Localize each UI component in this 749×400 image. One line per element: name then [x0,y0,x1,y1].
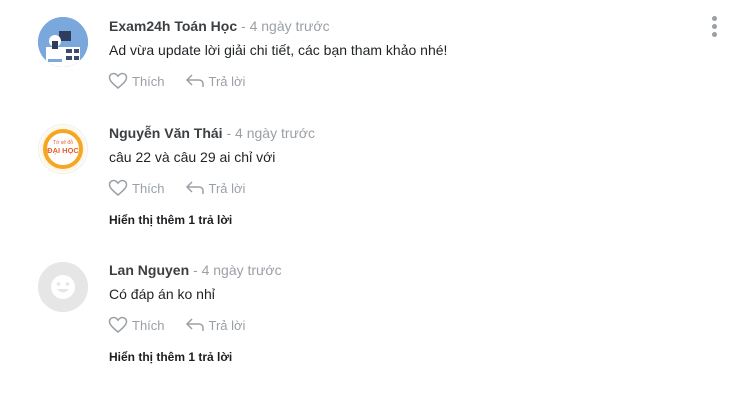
reply-button[interactable]: Trả lời [185,317,246,333]
comment-timestamp[interactable]: 4 ngày trước [235,125,315,141]
comment-menu-button[interactable] [709,16,719,42]
show-more-replies-link[interactable]: Hiển thị thêm 1 trả lời [109,350,232,364]
like-button[interactable]: Thích [108,316,165,334]
heart-icon [108,316,128,333]
comment-author[interactable]: Exam24h Toán Học [109,18,237,34]
reply-button[interactable]: Trả lời [185,73,246,89]
avatar[interactable] [38,17,88,67]
reply-button[interactable]: Trả lời [185,180,246,196]
comment-author[interactable]: Lan Nguyen [109,262,189,278]
reply-arrow-icon [185,74,204,87]
badge-top-text: Tớ sẽ đỗ [53,139,73,146]
reply-label: Trả lời [208,73,246,89]
comment-timestamp[interactable]: 4 ngày trước [250,18,330,34]
dai-hoc-badge-icon: Tớ sẽ đỗ ĐẠI HỌC [40,126,86,172]
comment-text: Ad vừa update lời giải chi tiết, các bạn… [109,42,448,58]
like-label: Thích [132,73,165,89]
avatar[interactable]: Tớ sẽ đỗ ĐẠI HỌC [38,124,88,174]
comment-timestamp[interactable]: 4 ngày trước [202,262,282,278]
comment-actions: Thích Trả lời [108,179,245,197]
show-more-replies-link[interactable]: Hiển thị thêm 1 trả lời [109,213,232,227]
reply-arrow-icon [185,318,204,331]
comment-text: Có đáp án ko nhỉ [109,286,215,302]
heart-icon [108,179,128,196]
meta-separator: - [226,125,232,141]
comment-actions: Thích Trả lời [108,316,245,334]
like-label: Thích [132,317,165,333]
heart-icon [108,72,128,89]
kebab-menu-icon [711,16,717,21]
reply-label: Trả lời [208,180,246,196]
meta-separator: - [193,262,198,278]
comment-meta: Exam24h Toán Học - 4 ngày trước [109,17,330,35]
like-button[interactable]: Thích [108,179,165,197]
default-smiley-avatar-icon [38,262,88,312]
avatar[interactable] [38,262,88,312]
meta-separator: - [241,18,246,34]
like-label: Thích [132,180,165,196]
badge-main-text: ĐẠI HỌC [47,146,79,155]
exam-bot-avatar-icon [38,17,88,67]
comment-text: câu 22 và câu 29 ai chỉ với [109,149,276,165]
reply-label: Trả lời [208,317,246,333]
comment-author[interactable]: Nguyễn Văn Thái [109,125,223,141]
like-button[interactable]: Thích [108,72,165,90]
comment-meta: Lan Nguyen - 4 ngày trước [109,261,282,279]
reply-arrow-icon [185,181,204,194]
comment-actions: Thích Trả lời [108,72,245,90]
comment-meta: Nguyễn Văn Thái - 4 ngày trước [109,124,315,142]
